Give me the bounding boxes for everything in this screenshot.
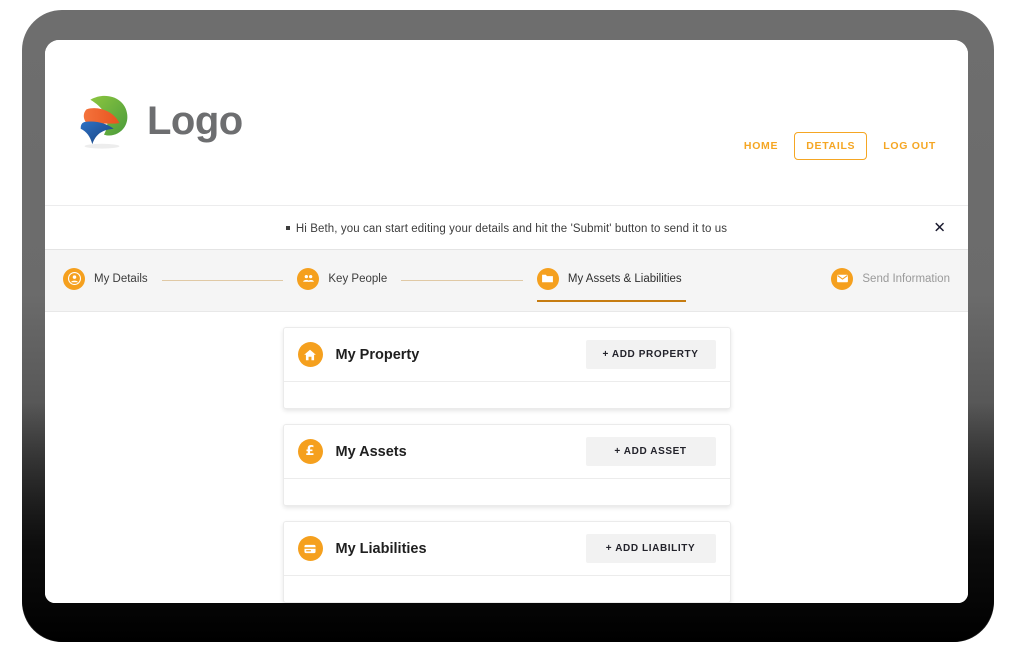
card-body (283, 575, 730, 602)
card-header: £ My Assets + ADD ASSET (284, 425, 730, 478)
step-key-people[interactable]: Key People (297, 267, 388, 294)
card-body (283, 478, 730, 505)
site-header: Logo HOME DETAILS LOG OUT (45, 40, 968, 206)
card-my-liabilities: My Liabilities + ADD LIABILITY (282, 521, 731, 603)
card-my-property: My Property + ADD PROPERTY (282, 327, 731, 409)
card-header: My Property + ADD PROPERTY (284, 328, 730, 381)
people-icon (297, 267, 320, 290)
card-title: My Liabilities (335, 540, 427, 557)
step-my-details[interactable]: My Details (63, 267, 148, 294)
step-label: My Assets & Liabilities (567, 272, 682, 285)
notification-bar: Hi Beth, you can start editing your deta… (45, 206, 968, 250)
close-icon[interactable]: ✕ (933, 220, 946, 235)
device-screen: Logo HOME DETAILS LOG OUT Hi Beth, you c… (45, 40, 968, 603)
card-column: My Property + ADD PROPERTY £ My Assets +… (282, 327, 731, 603)
notification-message: Hi Beth, you can start editing your deta… (285, 219, 728, 237)
folder-icon (536, 267, 559, 290)
user-circle-icon (63, 267, 85, 290)
step-send-information[interactable]: Send Information (831, 267, 950, 294)
progress-stepper: My Details Key People My Assets & Liabil… (45, 250, 968, 312)
add-liability-button[interactable]: + ADD LIABILITY (585, 534, 716, 563)
card-body (283, 381, 730, 408)
nav-logout[interactable]: LOG OUT (873, 133, 946, 159)
pound-glyph: £ (305, 444, 315, 459)
card-title: My Assets (335, 443, 407, 460)
step-connector (401, 280, 523, 281)
step-label: Key People (328, 272, 388, 285)
card-my-assets: £ My Assets + ADD ASSET (282, 424, 731, 506)
credit-card-icon (297, 536, 323, 561)
step-connector (696, 280, 818, 281)
add-asset-button[interactable]: + ADD ASSET (585, 437, 716, 466)
brand-logo[interactable]: Logo (71, 90, 243, 152)
brain-leaf-logo-icon (80, 95, 128, 149)
pound-icon: £ (297, 439, 323, 464)
add-property-button[interactable]: + ADD PROPERTY (585, 340, 716, 369)
card-title: My Property (335, 346, 420, 363)
brand-name: Logo (147, 98, 243, 143)
main-navigation: HOME DETAILS LOG OUT (734, 132, 946, 160)
step-label: Send Information (862, 272, 950, 285)
step-label: My Details (94, 272, 148, 285)
notification-text: Hi Beth, you can start editing your deta… (295, 222, 728, 235)
nav-details[interactable]: DETAILS (794, 132, 868, 160)
envelope-icon (831, 267, 854, 290)
nav-home[interactable]: HOME (734, 133, 788, 159)
bullet-marker (285, 225, 290, 230)
card-header: My Liabilities + ADD LIABILITY (284, 522, 730, 575)
home-icon (297, 342, 323, 367)
step-connector (161, 280, 284, 281)
step-my-assets-liabilities[interactable]: My Assets & Liabilities (536, 267, 686, 302)
content-area: My Property + ADD PROPERTY £ My Assets +… (45, 312, 968, 603)
